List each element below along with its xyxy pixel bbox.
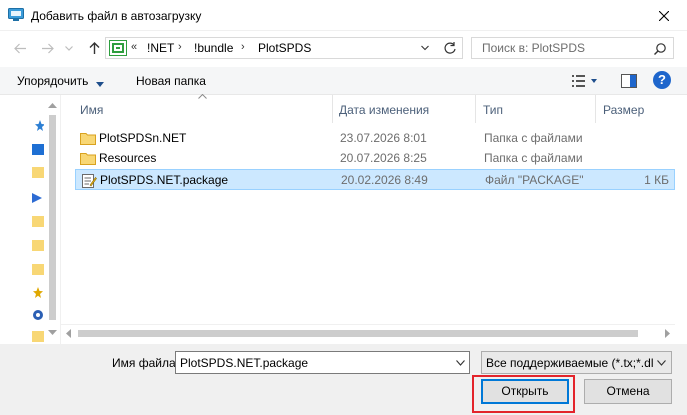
refresh-icon — [444, 42, 456, 54]
column-header-name[interactable]: Имя — [80, 103, 103, 117]
close-button[interactable] — [641, 0, 687, 31]
quick-access-star-icon[interactable] — [32, 119, 44, 133]
folder-icon[interactable] — [32, 165, 44, 179]
filetype-value: Все поддерживаемые (*.tx;*.dll;* — [486, 356, 654, 370]
forward-button[interactable] — [38, 38, 56, 58]
horizontal-scrollbar[interactable] — [61, 324, 675, 341]
favorites-star-icon[interactable] — [32, 286, 43, 300]
file-row-selected[interactable]: PlotSPDS.NET.package 20.02.2026 8:49 Фай… — [75, 169, 675, 190]
folder-icon — [80, 151, 96, 165]
search-placeholder: Поиск в: PlotSPDS — [482, 41, 585, 55]
file-type: Файл "PACKAGE" — [485, 173, 584, 187]
navigation-pane-scrollbar[interactable] — [44, 95, 61, 344]
breadcrumb-overflow[interactable]: « — [131, 41, 137, 53]
breadcrumb-separator[interactable]: › — [241, 41, 245, 53]
arrow-left-icon — [13, 43, 26, 53]
address-bar[interactable]: « !NET › !bundle › PlotSPDS — [105, 37, 463, 59]
organize-button[interactable]: Упорядочить — [17, 74, 88, 88]
arrow-up-icon — [89, 41, 99, 54]
view-details-icon — [572, 75, 597, 87]
filename-label: Имя файла: — [112, 356, 179, 370]
help-button[interactable]: ? — [653, 71, 671, 89]
file-size: 1 КБ — [644, 173, 669, 187]
dialog-app-icon — [8, 8, 24, 22]
file-name: PlotSPDSn.NET — [99, 131, 187, 145]
scroll-down-icon[interactable] — [48, 330, 57, 335]
chevron-down-icon[interactable] — [456, 360, 465, 366]
preview-pane-icon — [621, 74, 637, 88]
drive-icon[interactable] — [32, 308, 43, 322]
filename-value[interactable]: PlotSPDS.NET.package — [180, 356, 308, 370]
breadcrumb-separator[interactable]: › — [178, 41, 182, 53]
package-file-icon — [81, 173, 97, 188]
sort-ascending-icon — [198, 94, 207, 99]
folder-icon[interactable] — [32, 214, 44, 228]
file-date: 23.07.2026 8:01 — [340, 131, 427, 145]
arrow-right-icon — [41, 43, 54, 53]
search-input[interactable]: Поиск в: PlotSPDS — [471, 37, 674, 59]
column-divider[interactable] — [332, 95, 333, 123]
filetype-select[interactable]: Все поддерживаемые (*.tx;*.dll;* — [481, 351, 672, 374]
folder-icon[interactable] — [32, 238, 44, 252]
scrollbar-thumb[interactable] — [78, 330, 638, 337]
up-button[interactable] — [85, 38, 103, 58]
column-header-size[interactable]: Размер — [603, 103, 644, 117]
file-list: Имя Дата изменения Тип Размер PlotSPDSn.… — [70, 94, 675, 324]
file-date: 20.02.2026 8:49 — [341, 173, 428, 187]
column-divider[interactable] — [475, 95, 476, 123]
file-row[interactable]: PlotSPDSn.NET 23.07.2026 8:01 Папка с фа… — [75, 128, 675, 149]
scroll-up-icon[interactable] — [48, 103, 57, 108]
back-button[interactable] — [11, 38, 29, 58]
column-header-date[interactable]: Дата изменения — [339, 103, 429, 117]
file-date: 20.07.2026 8:25 — [340, 151, 427, 165]
address-dropdown-button[interactable] — [419, 42, 431, 54]
scroll-right-icon[interactable] — [665, 329, 670, 338]
file-name: Resources — [99, 151, 157, 165]
breadcrumb-item-plotspds[interactable]: PlotSPDS — [258, 41, 311, 55]
breadcrumb-item-bundle[interactable]: !bundle — [194, 41, 233, 55]
scroll-left-icon[interactable] — [66, 329, 71, 338]
filename-field[interactable]: PlotSPDS.NET.package — [175, 351, 470, 374]
column-divider[interactable] — [595, 95, 596, 123]
breadcrumb-item-net[interactable]: !NET — [147, 41, 174, 55]
file-name: PlotSPDS.NET.package — [100, 173, 229, 187]
downloads-icon[interactable] — [32, 190, 42, 204]
window-title: Добавить файл в автозагрузку — [31, 9, 202, 23]
file-type: Папка с файлами — [484, 151, 583, 165]
preview-pane-button[interactable] — [620, 72, 638, 90]
file-row[interactable]: Resources 20.07.2026 8:25 Папка с файлам… — [75, 148, 675, 169]
navigation-pane — [0, 95, 44, 344]
command-toolbar: Упорядочить Новая папка ? — [0, 67, 687, 95]
caret-down-icon[interactable] — [96, 77, 104, 87]
open-button[interactable]: Открыть — [481, 379, 569, 404]
file-type: Папка с файлами — [484, 131, 583, 145]
chevron-down-icon — [421, 45, 429, 51]
recent-locations-button[interactable] — [62, 38, 76, 58]
close-icon — [659, 10, 669, 21]
chevron-down-icon[interactable] — [657, 360, 666, 366]
folder-icon[interactable] — [32, 329, 44, 343]
view-options-button[interactable] — [571, 72, 599, 90]
plotspds-folder-icon — [109, 40, 127, 56]
chevron-down-icon — [65, 45, 73, 51]
cancel-button[interactable]: Отмена — [584, 379, 672, 404]
refresh-button[interactable] — [443, 41, 457, 55]
dialog-footer: Имя файла: PlotSPDS.NET.package Все подд… — [0, 344, 687, 415]
folder-icon[interactable] — [32, 262, 44, 276]
scrollbar-thumb[interactable] — [49, 115, 56, 320]
search-icon[interactable] — [653, 42, 667, 56]
title-bar: Добавить файл в автозагрузку — [0, 0, 687, 31]
desktop-icon[interactable] — [32, 143, 44, 157]
column-header-type[interactable]: Тип — [483, 103, 503, 117]
folder-icon — [80, 131, 96, 145]
new-folder-button[interactable]: Новая папка — [136, 74, 206, 88]
